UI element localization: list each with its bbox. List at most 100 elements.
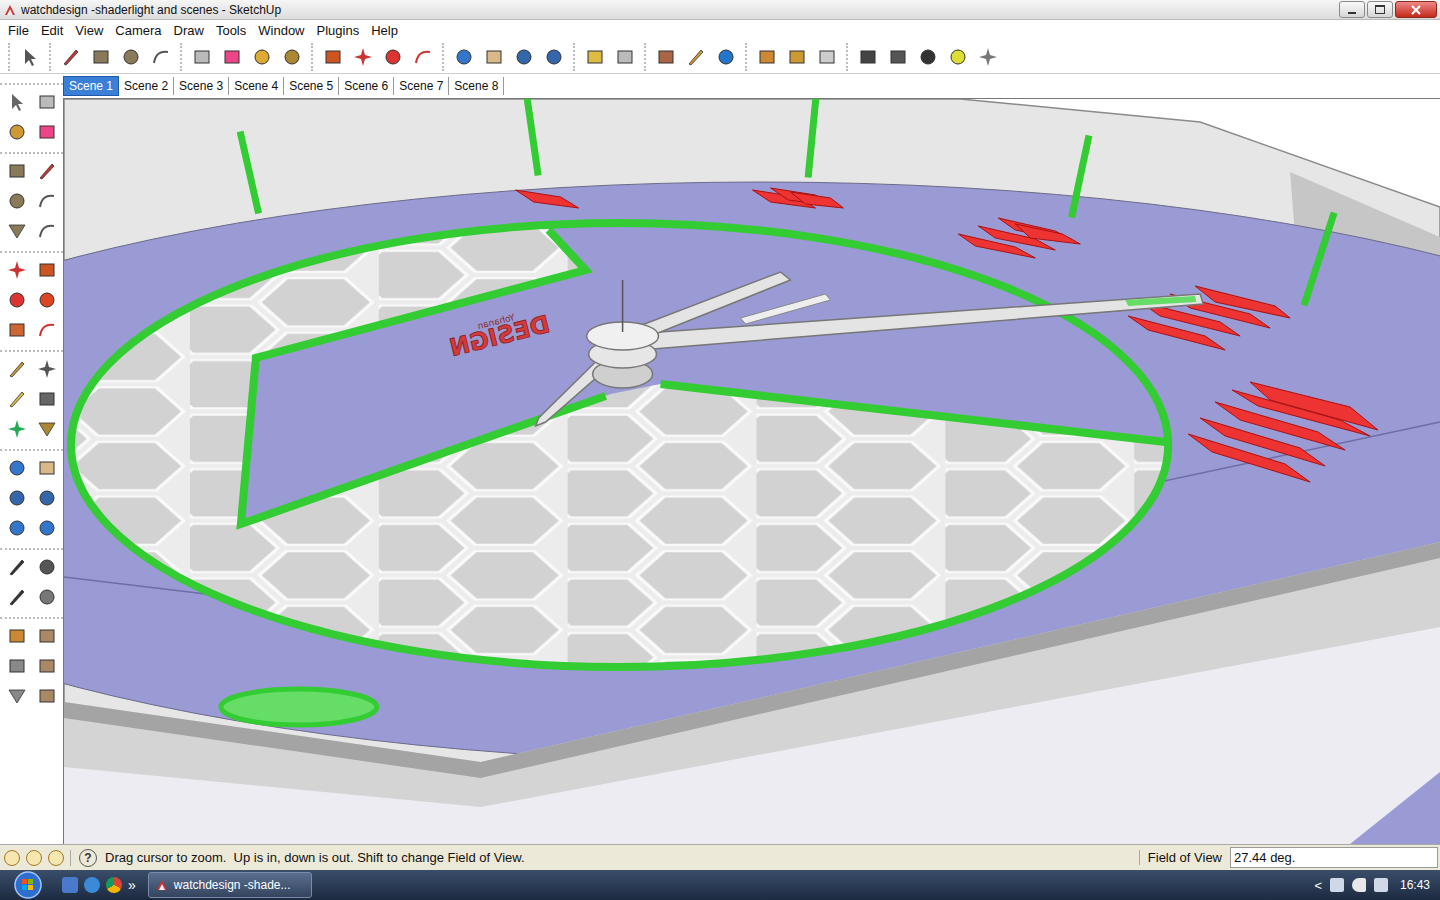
geo-location-icon[interactable] bbox=[4, 850, 20, 866]
tool-button[interactable] bbox=[712, 43, 739, 71]
internet-explorer-icon[interactable] bbox=[84, 877, 100, 893]
close-button[interactable] bbox=[1395, 1, 1437, 18]
tool-button[interactable] bbox=[409, 43, 436, 71]
tool-button[interactable] bbox=[188, 43, 215, 71]
menu-item[interactable]: Camera bbox=[109, 23, 167, 38]
tool-button[interactable] bbox=[2, 553, 32, 581]
menu-item[interactable]: Window bbox=[252, 23, 310, 38]
tool-button[interactable] bbox=[2, 583, 32, 611]
volume-icon[interactable] bbox=[1352, 878, 1366, 892]
quick-launch-expand[interactable]: » bbox=[128, 877, 136, 893]
tool-button[interactable] bbox=[2, 217, 32, 245]
tool-button[interactable] bbox=[783, 43, 810, 71]
scene-tab[interactable]: Scene 7 bbox=[394, 77, 449, 95]
tool-button[interactable] bbox=[450, 43, 477, 71]
tool-button[interactable] bbox=[32, 484, 62, 512]
tool-button[interactable] bbox=[2, 118, 32, 146]
tool-button[interactable] bbox=[32, 217, 62, 245]
tool-button[interactable] bbox=[944, 43, 971, 71]
tool-button[interactable] bbox=[510, 43, 537, 71]
tool-button[interactable] bbox=[319, 43, 346, 71]
tool-button[interactable] bbox=[581, 43, 608, 71]
tool-button[interactable] bbox=[32, 256, 62, 284]
tool-button[interactable] bbox=[32, 286, 62, 314]
tool-button[interactable] bbox=[32, 187, 62, 215]
tool-button[interactable] bbox=[278, 43, 305, 71]
network-icon[interactable] bbox=[1330, 878, 1344, 892]
tool-button[interactable] bbox=[914, 43, 941, 71]
power-icon[interactable] bbox=[1374, 878, 1388, 892]
tool-button[interactable] bbox=[854, 43, 881, 71]
tool-button[interactable] bbox=[349, 43, 376, 71]
menu-item[interactable]: View bbox=[69, 23, 109, 38]
help-icon[interactable]: ? bbox=[79, 849, 97, 867]
tool-button[interactable] bbox=[32, 454, 62, 482]
minimize-button[interactable] bbox=[1339, 1, 1365, 18]
tool-button[interactable] bbox=[32, 622, 62, 650]
model-viewport[interactable]: YohananDESIGN bbox=[63, 98, 1440, 844]
menu-item[interactable]: Draw bbox=[168, 23, 210, 38]
scene-tab[interactable]: Scene 3 bbox=[174, 77, 229, 95]
tool-button[interactable] bbox=[2, 514, 32, 542]
tool-button[interactable] bbox=[2, 316, 32, 344]
tool-button[interactable] bbox=[32, 514, 62, 542]
tool-button[interactable] bbox=[147, 43, 174, 71]
menu-item[interactable]: File bbox=[2, 23, 35, 38]
clock[interactable]: 16:43 bbox=[1396, 878, 1430, 892]
tool-button[interactable] bbox=[16, 43, 43, 71]
start-button[interactable] bbox=[0, 870, 56, 900]
tool-button[interactable] bbox=[32, 415, 62, 443]
menu-item[interactable]: Tools bbox=[210, 23, 252, 38]
tool-button[interactable] bbox=[682, 43, 709, 71]
tool-button[interactable] bbox=[32, 385, 62, 413]
scene-tab[interactable]: Scene 4 bbox=[229, 77, 284, 95]
tray-expand[interactable]: < bbox=[1314, 878, 1322, 893]
tool-button[interactable] bbox=[2, 157, 32, 185]
scene-tab[interactable]: Scene 2 bbox=[119, 77, 174, 95]
tool-button[interactable] bbox=[2, 484, 32, 512]
tool-button[interactable] bbox=[117, 43, 144, 71]
chrome-icon[interactable] bbox=[106, 877, 122, 893]
scene-tab[interactable]: Scene 5 bbox=[284, 77, 339, 95]
tool-button[interactable] bbox=[248, 43, 275, 71]
tool-button[interactable] bbox=[218, 43, 245, 71]
tool-button[interactable] bbox=[32, 652, 62, 680]
taskbar-item[interactable]: watchdesign -shade... bbox=[148, 872, 312, 898]
tool-button[interactable] bbox=[2, 88, 32, 116]
tool-button[interactable] bbox=[884, 43, 911, 71]
tool-button[interactable] bbox=[974, 43, 1001, 71]
tool-button[interactable] bbox=[32, 355, 62, 383]
tool-button[interactable] bbox=[2, 286, 32, 314]
tool-button[interactable] bbox=[2, 454, 32, 482]
scene-tab[interactable]: Scene 8 bbox=[449, 77, 504, 95]
tool-button[interactable] bbox=[32, 316, 62, 344]
tool-button[interactable] bbox=[540, 43, 567, 71]
tool-button[interactable] bbox=[480, 43, 507, 71]
tool-button[interactable] bbox=[57, 43, 84, 71]
scene-tab[interactable]: Scene 1 bbox=[63, 76, 119, 96]
tool-button[interactable] bbox=[32, 553, 62, 581]
user-icon[interactable] bbox=[48, 850, 64, 866]
tool-button[interactable] bbox=[2, 256, 32, 284]
menu-item[interactable]: Help bbox=[365, 23, 404, 38]
watch-model[interactable]: YohananDESIGN bbox=[64, 99, 1440, 844]
tool-button[interactable] bbox=[2, 415, 32, 443]
tool-button[interactable] bbox=[2, 355, 32, 383]
measurement-field[interactable]: 27.44 deg. bbox=[1230, 847, 1438, 868]
tool-button[interactable] bbox=[32, 682, 62, 710]
tool-button[interactable] bbox=[32, 118, 62, 146]
restore-button[interactable] bbox=[1367, 1, 1393, 18]
tool-button[interactable] bbox=[2, 622, 32, 650]
tool-button[interactable] bbox=[652, 43, 679, 71]
tool-button[interactable] bbox=[87, 43, 114, 71]
tool-button[interactable] bbox=[611, 43, 638, 71]
tool-button[interactable] bbox=[32, 88, 62, 116]
menu-item[interactable]: Plugins bbox=[311, 23, 366, 38]
tool-button[interactable] bbox=[32, 157, 62, 185]
tool-button[interactable] bbox=[2, 652, 32, 680]
tool-button[interactable] bbox=[2, 682, 32, 710]
scene-tab[interactable]: Scene 6 bbox=[339, 77, 394, 95]
tool-button[interactable] bbox=[32, 583, 62, 611]
tool-button[interactable] bbox=[2, 385, 32, 413]
credits-icon[interactable] bbox=[26, 850, 42, 866]
